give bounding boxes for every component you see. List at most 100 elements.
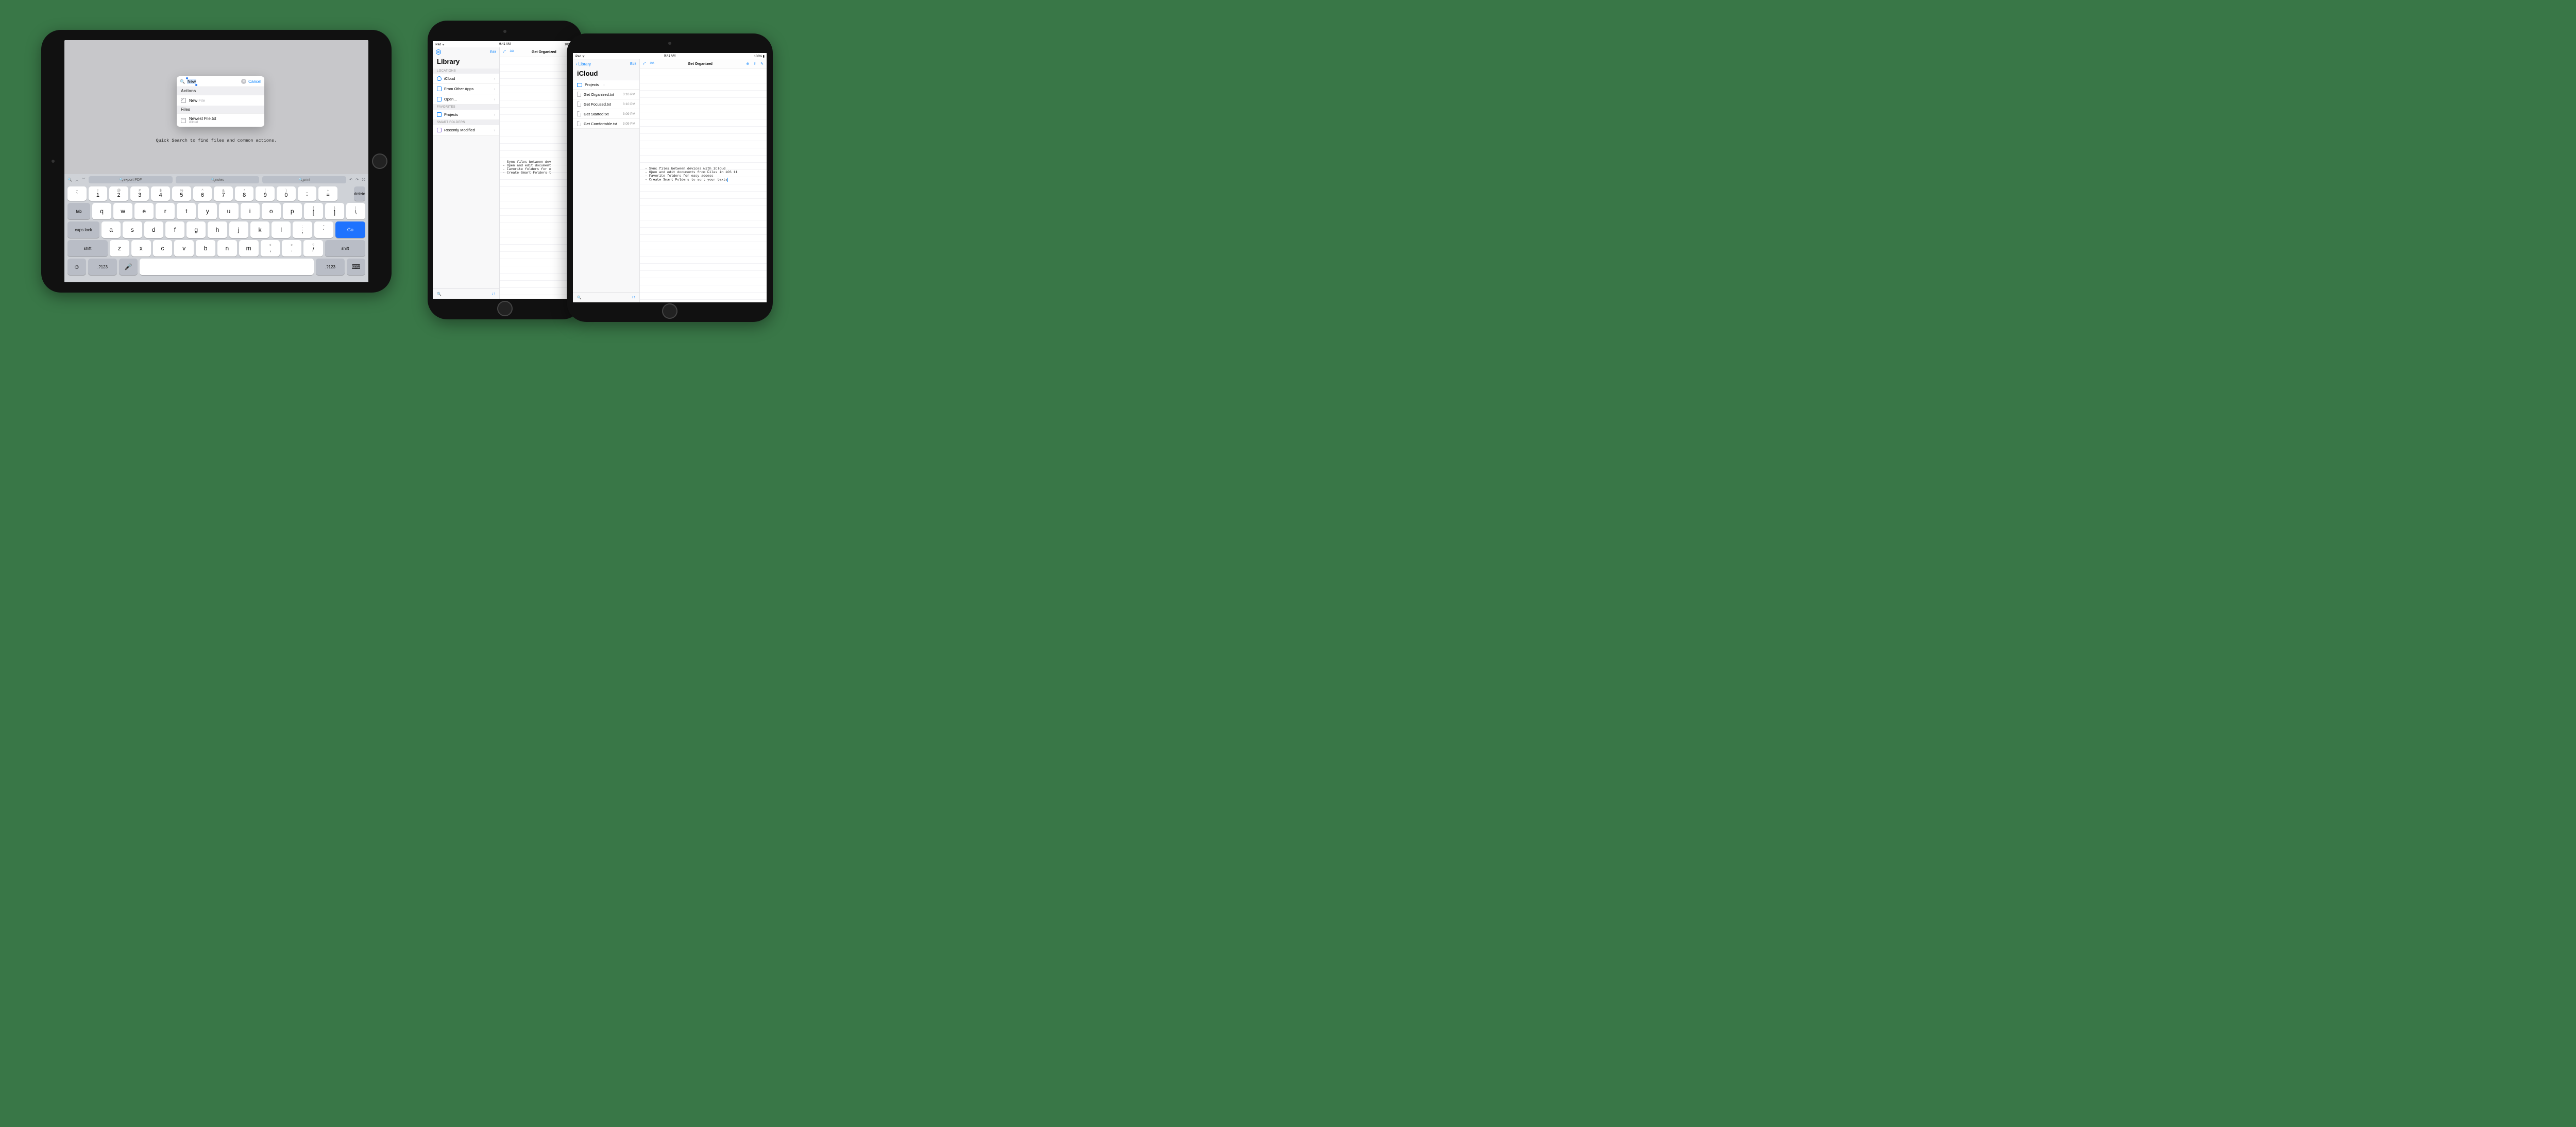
back-button[interactable]: ‹ Library [576,62,591,66]
key-0[interactable]: )0 [277,186,296,201]
file-row[interactable]: Get Organized.txt3:10 PM [573,90,639,99]
sidebar-item[interactable]: Open…› [433,94,499,105]
key-[interactable]: <, [261,240,280,257]
key-8[interactable]: *8 [235,186,254,201]
file-row[interactable]: Get Started.txt3:09 PM [573,109,639,119]
key-z[interactable]: z [110,240,129,257]
key-5[interactable]: %5 [172,186,191,201]
search-input[interactable]: New [187,79,239,84]
symbols-key-right[interactable]: .?123 [316,259,345,275]
key-g[interactable]: g [187,221,206,238]
sidebar-item[interactable]: Projects› [433,110,499,120]
bottom-sort-icon[interactable]: ↓↑ [492,292,495,296]
key-n[interactable]: n [217,240,237,257]
edit-button[interactable]: Edit [490,50,496,54]
key-9[interactable]: (9 [256,186,275,201]
go-key[interactable]: Go [335,221,365,238]
bottom-sort-icon[interactable]: ↓↑ [632,296,635,299]
pill-notes[interactable]: 🔍 notes [176,176,260,183]
key-3[interactable]: #3 [130,186,149,201]
editor[interactable]: - Sync files between devices with iCloud… [640,69,767,302]
toolbar-up-icon[interactable]: ︿ [75,176,79,183]
key-c[interactable]: c [153,240,173,257]
key-x[interactable]: x [131,240,151,257]
key-l[interactable]: l [272,221,291,238]
share-icon[interactable]: ⇪ [753,62,756,66]
shift-key-right[interactable]: shift [325,240,365,257]
key-j[interactable]: j [229,221,248,238]
action-new-file[interactable]: New File [177,95,264,106]
fullscreen-icon[interactable]: ⤢ [503,50,506,54]
compose-icon[interactable]: ✎ [760,62,764,66]
tab-key[interactable]: tab [67,203,90,219]
key-f[interactable]: f [165,221,184,238]
new-doc-icon[interactable]: ⊕ [746,62,749,66]
mic-key[interactable]: 🎤 [119,259,138,275]
key-[interactable]: += [318,186,337,201]
bottom-search-icon[interactable]: 🔍 [577,296,582,300]
key-1[interactable]: !1 [89,186,108,201]
folder-row[interactable]: Projects › [573,80,639,90]
clear-icon[interactable]: ✕ [241,79,246,84]
home-button[interactable] [497,301,513,316]
key-[interactable]: ?/ [303,240,323,257]
key-o[interactable]: o [262,203,281,219]
sidebar-item[interactable]: iCloud› [433,74,499,84]
toolbar-search-icon[interactable]: 🔍 [67,176,72,183]
key-a[interactable]: a [101,221,121,238]
space-key[interactable] [140,259,314,275]
key-u[interactable]: u [219,203,238,219]
key-y[interactable]: y [198,203,217,219]
key-i[interactable]: i [241,203,260,219]
command-icon[interactable]: ⌘ [362,176,365,183]
bottom-search-icon[interactable]: 🔍 [437,292,442,296]
sidebar-item[interactable]: From Other Apps› [433,84,499,94]
key-b[interactable]: b [196,240,215,257]
cancel-button[interactable]: Cancel [248,79,261,84]
key-[interactable]: >. [282,240,301,257]
shift-key-left[interactable]: shift [67,240,108,257]
key-t[interactable]: t [177,203,196,219]
key-[interactable]: :; [293,221,312,238]
emoji-key[interactable]: ☺ [67,259,86,275]
file-row[interactable]: Get Comfortable.txt3:09 PM [573,119,639,129]
undo-icon[interactable]: ↶ [349,176,352,183]
fullscreen-icon[interactable]: ⤢ [643,62,646,66]
capslock-key[interactable]: caps lock [67,221,99,238]
home-button[interactable] [662,303,677,319]
key-6[interactable]: ^6 [193,186,212,201]
redo-icon[interactable]: ↷ [355,176,359,183]
key-p[interactable]: p [283,203,302,219]
key-k[interactable]: k [250,221,269,238]
textsize-icon[interactable]: AA [650,62,654,66]
delete-key[interactable]: delete [354,186,365,201]
settings-icon[interactable] [436,49,441,55]
pill-export[interactable]: 🔍 export PDF [89,176,173,183]
edit-button[interactable]: Edit [630,62,636,66]
key-2[interactable]: @2 [109,186,128,201]
key-m[interactable]: m [239,240,259,257]
key-7[interactable]: &7 [214,186,233,201]
key-[interactable]: |\ [346,203,365,219]
key-[interactable]: "' [314,221,333,238]
key-w[interactable]: w [113,203,132,219]
toolbar-down-icon[interactable]: ﹀ [82,176,86,183]
key-[interactable]: }] [325,203,344,219]
key-h[interactable]: h [208,221,227,238]
key-[interactable]: {[ [304,203,323,219]
file-result[interactable]: Newest File.txt iCloud [177,113,264,127]
key-s[interactable]: s [123,221,142,238]
key-r[interactable]: r [156,203,175,219]
sidebar-item[interactable]: Recently Modified› [433,125,499,135]
symbols-key-left[interactable]: .?123 [88,259,117,275]
dismiss-keyboard-key[interactable]: ⌨ [347,259,365,275]
key-_[interactable]: _- [298,186,317,201]
key-d[interactable]: d [144,221,163,238]
home-button[interactable] [372,153,387,169]
key-e[interactable]: e [134,203,154,219]
key-[interactable]: ~` [67,186,87,201]
key-q[interactable]: q [92,203,111,219]
textsize-icon[interactable]: AA [510,50,514,54]
key-4[interactable]: $4 [151,186,170,201]
key-v[interactable]: v [174,240,194,257]
